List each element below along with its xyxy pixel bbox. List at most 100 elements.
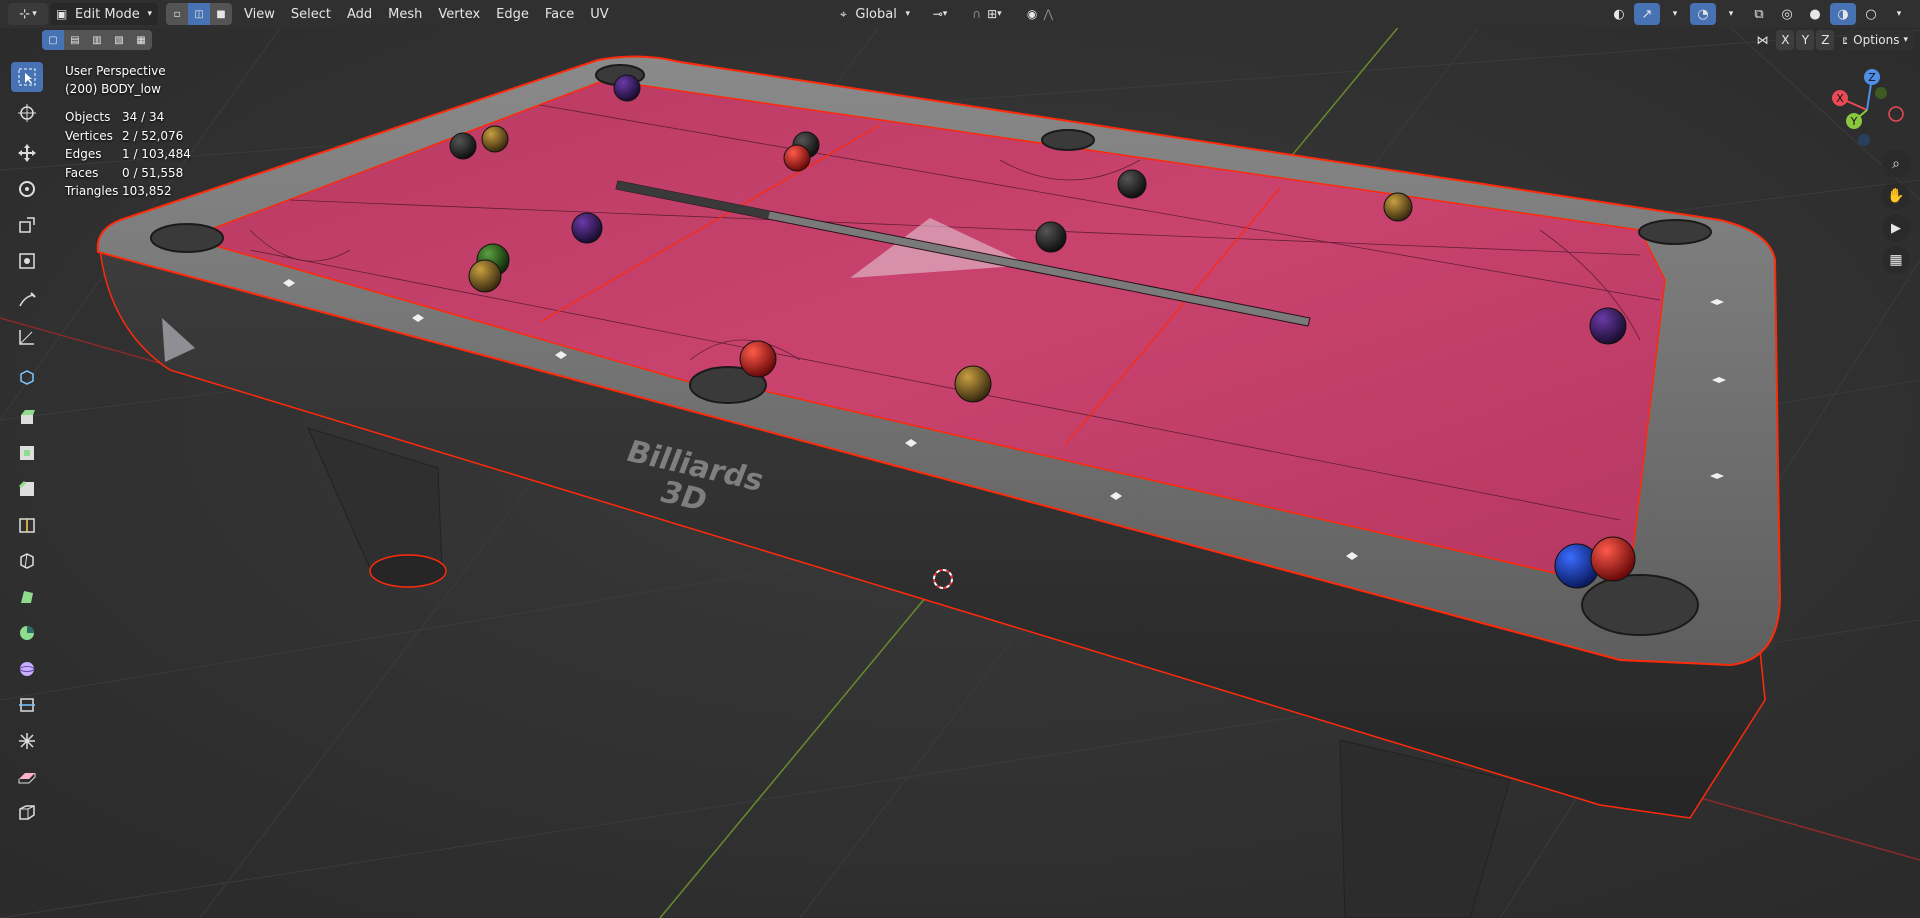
stat-value: 0 / 51,558 bbox=[122, 165, 184, 180]
tool-select-mode-row: ▢ ▤ ▥ ▧ ▦ bbox=[42, 30, 152, 50]
tool-shelf bbox=[8, 62, 46, 834]
face-select-button[interactable]: ■ bbox=[210, 3, 232, 25]
spin-icon bbox=[20, 626, 34, 640]
select-intersect-button[interactable]: ▦ bbox=[130, 30, 152, 50]
menu-edge[interactable]: Edge bbox=[488, 3, 537, 25]
gizmo-dropdown[interactable]: ▾ bbox=[1662, 3, 1688, 25]
navigation-buttons: ⌕ ✋ ▶ ▦ bbox=[1882, 150, 1910, 278]
mirror-x-toggle[interactable]: X bbox=[1776, 30, 1795, 50]
gizmo-neg-z-handle[interactable] bbox=[1858, 134, 1870, 146]
3d-viewport[interactable] bbox=[0, 0, 1920, 918]
gizmo-toggle[interactable]: ↗ bbox=[1634, 3, 1660, 25]
falloff-icon: ⋀ bbox=[1043, 7, 1054, 21]
vertex-select-button[interactable]: ▫ bbox=[166, 3, 188, 25]
ball bbox=[481, 125, 509, 153]
transform-tool[interactable] bbox=[11, 246, 43, 276]
view-name: User Perspective bbox=[65, 64, 166, 78]
select-subtract-icon: ▥ bbox=[92, 34, 102, 46]
select-box-tool[interactable] bbox=[11, 62, 43, 92]
chevron-down-icon: ▾ bbox=[1896, 9, 1902, 19]
inset-tool[interactable] bbox=[11, 438, 43, 468]
mode-dropdown[interactable]: ▣ Edit Mode ▾ bbox=[50, 3, 158, 25]
header-menu: View Select Add Mesh Vertex Edge Face UV bbox=[236, 3, 617, 25]
select-extend-button[interactable]: ▤ bbox=[64, 30, 86, 50]
rotate-icon bbox=[19, 181, 35, 197]
shrink-fatten-tool[interactable] bbox=[11, 726, 43, 756]
shading-rendered-button[interactable]: ○ bbox=[1858, 3, 1884, 25]
overlay-dropdown[interactable]: ▾ bbox=[1718, 3, 1744, 25]
poly-build-icon bbox=[21, 591, 33, 603]
shading-dropdown[interactable]: ▾ bbox=[1886, 3, 1912, 25]
shear-tool[interactable] bbox=[11, 762, 43, 792]
mirror-z-toggle[interactable]: Z bbox=[1816, 30, 1835, 50]
viewport-info: User Perspective (200) BODY_low bbox=[65, 62, 166, 98]
ball bbox=[1589, 307, 1627, 345]
camera-view-button[interactable]: ▶ bbox=[1882, 214, 1910, 242]
menu-vertex[interactable]: Vertex bbox=[430, 3, 488, 25]
perspective-toggle-button[interactable]: ▦ bbox=[1882, 246, 1910, 274]
mirror-axes: ⋈ X Y Z ⧈ bbox=[1756, 30, 1850, 50]
rip-tool[interactable] bbox=[11, 798, 43, 828]
editor-type-button[interactable]: ⊹ ▾ bbox=[8, 3, 48, 25]
rotate-tool[interactable] bbox=[11, 174, 43, 204]
scale-tool[interactable] bbox=[11, 210, 43, 240]
cursor-tool[interactable] bbox=[11, 98, 43, 128]
menu-add[interactable]: Add bbox=[339, 3, 380, 25]
stat-row-faces: Faces 0 / 51,558 bbox=[65, 164, 191, 183]
stat-label: Objects bbox=[65, 110, 111, 125]
mirror-y-toggle[interactable]: Y bbox=[1796, 30, 1815, 50]
pan-button[interactable]: ✋ bbox=[1882, 182, 1910, 210]
select-subtract-button[interactable]: ▥ bbox=[86, 30, 108, 50]
rendered-sphere-icon: ○ bbox=[1865, 6, 1877, 22]
menu-view[interactable]: View bbox=[236, 3, 283, 25]
transform-orientation-dropdown[interactable]: ⌖ Global ▾ bbox=[834, 3, 916, 25]
select-box-icon bbox=[18, 68, 36, 86]
ball bbox=[468, 259, 502, 293]
visibility-toggle[interactable]: ◐ bbox=[1606, 3, 1632, 25]
loop-cut-tool[interactable] bbox=[11, 510, 43, 540]
menu-face[interactable]: Face bbox=[537, 3, 582, 25]
shading-wireframe-button[interactable]: ◎ bbox=[1774, 3, 1800, 25]
poly-build-tool[interactable] bbox=[11, 582, 43, 612]
shear-icon bbox=[18, 773, 36, 784]
mode-label: Edit Mode bbox=[75, 6, 140, 22]
smooth-tool[interactable] bbox=[11, 654, 43, 684]
edge-select-button[interactable]: ◫ bbox=[188, 3, 210, 25]
extrude-tool[interactable] bbox=[11, 402, 43, 432]
snap-toggle[interactable]: ∩ ⊞ ▾ bbox=[962, 3, 1012, 25]
inset-icon bbox=[20, 446, 34, 460]
proportional-edit-toggle[interactable]: ◉ ⋀ bbox=[1016, 3, 1064, 25]
spin-tool[interactable] bbox=[11, 618, 43, 648]
edge-slide-tool[interactable] bbox=[11, 690, 43, 720]
menu-mesh[interactable]: Mesh bbox=[380, 3, 430, 25]
menu-select[interactable]: Select bbox=[283, 3, 339, 25]
shading-material-button[interactable]: ◑ bbox=[1830, 3, 1856, 25]
select-new-icon: ▢ bbox=[48, 34, 58, 46]
options-dropdown[interactable]: Options ▾ bbox=[1847, 30, 1914, 50]
select-intersect-icon: ▦ bbox=[136, 34, 146, 46]
chevron-down-icon: ▾ bbox=[32, 9, 37, 19]
navigation-gizmo[interactable]: X Z Y bbox=[1824, 64, 1910, 150]
zoom-button[interactable]: ⌕ bbox=[1882, 150, 1910, 178]
bevel-tool[interactable] bbox=[11, 474, 43, 504]
gizmo-neg-y-handle[interactable] bbox=[1875, 87, 1887, 99]
gizmo-neg-x-handle[interactable] bbox=[1888, 106, 1904, 122]
select-new-button[interactable]: ▢ bbox=[42, 30, 64, 50]
ball bbox=[449, 132, 477, 160]
knife-tool[interactable] bbox=[11, 546, 43, 576]
overlay-toggle[interactable]: ◔ bbox=[1690, 3, 1716, 25]
xray-toggle[interactable]: ⧉ bbox=[1746, 3, 1772, 25]
move-tool[interactable] bbox=[11, 138, 43, 168]
add-cube-tool[interactable] bbox=[11, 362, 43, 392]
select-invert-button[interactable]: ▧ bbox=[108, 30, 130, 50]
add-cube-icon bbox=[20, 370, 34, 385]
menu-uv[interactable]: UV bbox=[582, 3, 616, 25]
xray-icon: ⧉ bbox=[1754, 6, 1764, 22]
shading-solid-button[interactable]: ● bbox=[1802, 3, 1828, 25]
measure-tool[interactable] bbox=[11, 322, 43, 352]
overlay-icon: ◔ bbox=[1697, 6, 1709, 22]
proportional-edit-icon: ◉ bbox=[1026, 7, 1038, 21]
annotate-tool[interactable] bbox=[11, 286, 43, 316]
scale-icon bbox=[19, 217, 35, 233]
pivot-point-dropdown[interactable]: ⊸ ▾ bbox=[918, 3, 962, 25]
